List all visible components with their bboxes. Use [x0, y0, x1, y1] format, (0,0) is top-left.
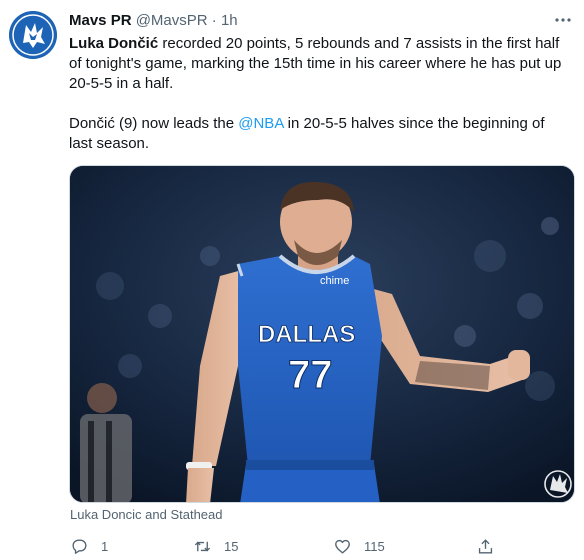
like-button[interactable]: 115 [333, 535, 385, 557]
jersey-team-text: DALLAS [258, 321, 355, 348]
more-button[interactable] [553, 10, 573, 30]
avatar[interactable] [9, 11, 57, 59]
more-icon [555, 18, 571, 22]
tweet-header: Mavs PR @MavsPR · 1h [69, 11, 238, 31]
tweet-paragraph-1: Luka Dončić recorded 20 points, 5 reboun… [69, 34, 569, 94]
photo-caption: Luka Doncic and Stathead [70, 507, 223, 522]
tweet-text: Luka Dončić recorded 20 points, 5 reboun… [69, 34, 569, 154]
display-name[interactable]: Mavs PR [69, 12, 132, 29]
tweet[interactable]: Mavs PR @MavsPR · 1h Luka Dončić recorde… [0, 0, 584, 560]
retweet-icon [194, 541, 211, 551]
tweet-paragraph-2: Dončić (9) now leads the @NBA in 20-5-5 … [69, 114, 569, 154]
retweet-button[interactable]: 15 [193, 535, 238, 557]
like-count: 115 [364, 538, 385, 554]
timestamp[interactable]: 1h [221, 12, 238, 29]
like-icon [335, 539, 350, 554]
jersey-number-text: 77 [288, 353, 333, 397]
reply-button[interactable]: 1 [70, 535, 108, 557]
player-photo: chime DALLAS 77 [70, 166, 574, 502]
user-handle[interactable]: @MavsPR [136, 12, 208, 29]
reply-count: 1 [101, 538, 109, 554]
player-name: Luka Dončić [69, 35, 159, 52]
jersey-sponsor: chime [320, 275, 349, 287]
separator-dot: · [211, 12, 217, 29]
paragraph-2-text-a: Dončić (9) now leads the [69, 115, 239, 132]
tweet-actions: 1 15 115 [0, 535, 584, 557]
tweet-photo[interactable]: chime DALLAS 77 [69, 165, 575, 503]
share-button[interactable] [476, 535, 507, 557]
mavs-logo-icon [9, 11, 57, 59]
reply-icon [72, 538, 87, 554]
share-icon [478, 538, 493, 554]
retweet-count: 15 [224, 538, 239, 554]
nba-mention-link[interactable]: @NBA [238, 115, 283, 132]
